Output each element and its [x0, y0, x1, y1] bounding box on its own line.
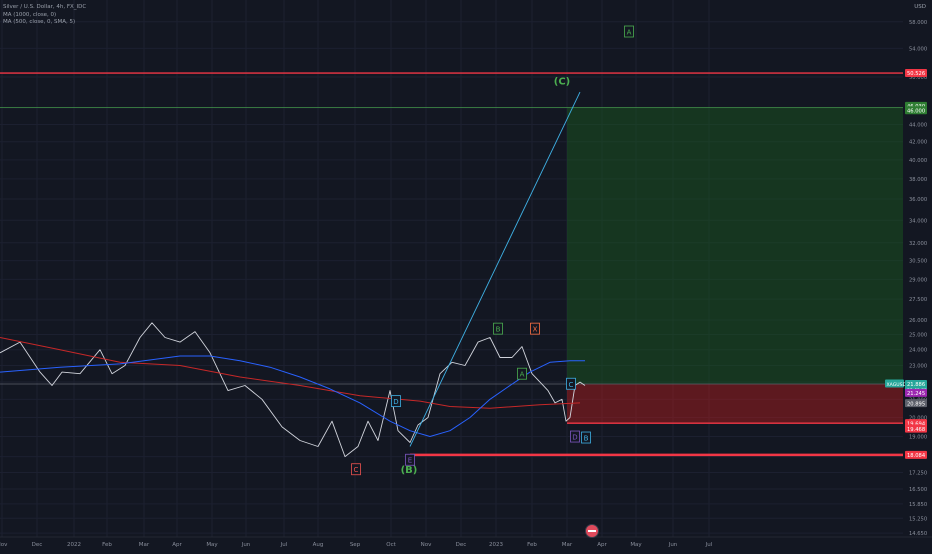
y-tick-label: 29.000: [909, 277, 927, 283]
x-tick-label: May: [206, 542, 218, 548]
y-tick-label: 16.500: [909, 487, 927, 493]
x-tick-label: Nov: [421, 542, 432, 548]
price-tag: 19.468: [907, 427, 925, 433]
price-tag: 20.895: [907, 401, 925, 407]
chart-area[interactable]: A(C)(B)CDEBXACDB58.00054.00050.00046.000…: [0, 0, 932, 550]
y-tick-label: 30.500: [909, 259, 927, 265]
y-tick-label: 25.000: [909, 333, 927, 339]
x-tick-label: Apr: [597, 542, 607, 548]
wave-label: A: [520, 371, 525, 379]
legend-symbol[interactable]: Silver / U.S. Dollar, 4h, FX_IDC: [3, 4, 86, 12]
y-tick-label: 54.000: [909, 46, 927, 52]
price-tag: 21.245: [907, 391, 925, 397]
x-tick-label: May: [630, 542, 642, 548]
x-tick-label: Apr: [172, 542, 182, 548]
y-tick-label: 15.250: [909, 516, 927, 522]
y-tick-label: 19.000: [909, 435, 927, 441]
price-tag: 18.084: [907, 453, 926, 459]
x-tick-label: Jun: [241, 542, 251, 548]
y-tick-label: 44.000: [909, 122, 927, 128]
x-tick-label: Dec: [456, 542, 467, 548]
wave-label: X: [533, 326, 538, 334]
y-tick-label: 27.500: [909, 297, 927, 303]
price-unit: USD: [914, 4, 926, 10]
y-tick-label: 14.650: [909, 531, 927, 537]
x-tick-label: Nov: [0, 542, 8, 548]
profit-zone[interactable]: [567, 107, 903, 384]
x-tick-label: Jul: [705, 542, 713, 548]
x-tick-label: Feb: [527, 542, 537, 548]
symbol-tag: XAGUSD: [887, 382, 907, 388]
trend-line[interactable]: [409, 91, 581, 447]
series-line[interactable]: [0, 355, 585, 437]
wave-label: B: [496, 326, 501, 334]
y-tick-label: 40.000: [909, 158, 927, 164]
wave-label: (B): [401, 465, 418, 476]
y-tick-label: 24.000: [909, 348, 927, 354]
wave-label: (C): [554, 77, 570, 88]
wave-label: E: [408, 457, 412, 465]
x-tick-label: Feb: [102, 542, 112, 548]
x-tick-label: Aug: [313, 542, 324, 548]
y-tick-label: 58.000: [909, 20, 927, 26]
y-tick-label: 38.000: [909, 177, 927, 183]
y-tick-label: 17.250: [909, 470, 927, 476]
last-price: 21.886: [907, 382, 925, 388]
flag-icon: [585, 524, 599, 538]
x-tick-label: Jun: [668, 542, 678, 548]
price-tag: 50.526: [907, 71, 925, 77]
wave-label: C: [354, 466, 359, 474]
x-tick-label: Oct: [386, 542, 396, 548]
x-tick-label: Jul: [280, 542, 288, 548]
target-tag-2: 46.000: [907, 108, 925, 114]
y-tick-label: 42.000: [909, 140, 927, 146]
x-tick-label: 2022: [67, 542, 81, 548]
loss-zone[interactable]: [567, 383, 903, 424]
price-chart[interactable]: A(C)(B)CDEBXACDB58.00054.00050.00046.000…: [0, 0, 932, 550]
y-tick-label: 32.000: [909, 241, 927, 247]
wave-label: C: [569, 381, 574, 389]
x-tick-label: Sep: [350, 542, 361, 548]
y-tick-label: 26.000: [909, 318, 927, 324]
x-tick-label: 2023: [489, 542, 503, 548]
wave-label: D: [393, 398, 398, 406]
y-tick-label: 23.000: [909, 364, 927, 370]
wave-label: D: [572, 434, 577, 442]
legend-ma-500[interactable]: MA (500, close, 0, SMA, 5): [3, 19, 86, 27]
x-tick-label: Mar: [562, 542, 573, 548]
x-tick-label: Dec: [32, 542, 43, 548]
y-tick-label: 34.000: [909, 218, 927, 224]
y-tick-label: 36.000: [909, 197, 927, 203]
chart-legend: Silver / U.S. Dollar, 4h, FX_IDC MA (100…: [3, 4, 86, 27]
y-tick-label: 15.850: [909, 502, 927, 508]
price-axis[interactable]: [903, 0, 932, 550]
wave-label: B: [584, 435, 589, 443]
x-tick-label: Mar: [139, 542, 150, 548]
wave-label: A: [627, 29, 632, 37]
legend-ma-1000[interactable]: MA (1000, close, 0): [3, 12, 86, 20]
